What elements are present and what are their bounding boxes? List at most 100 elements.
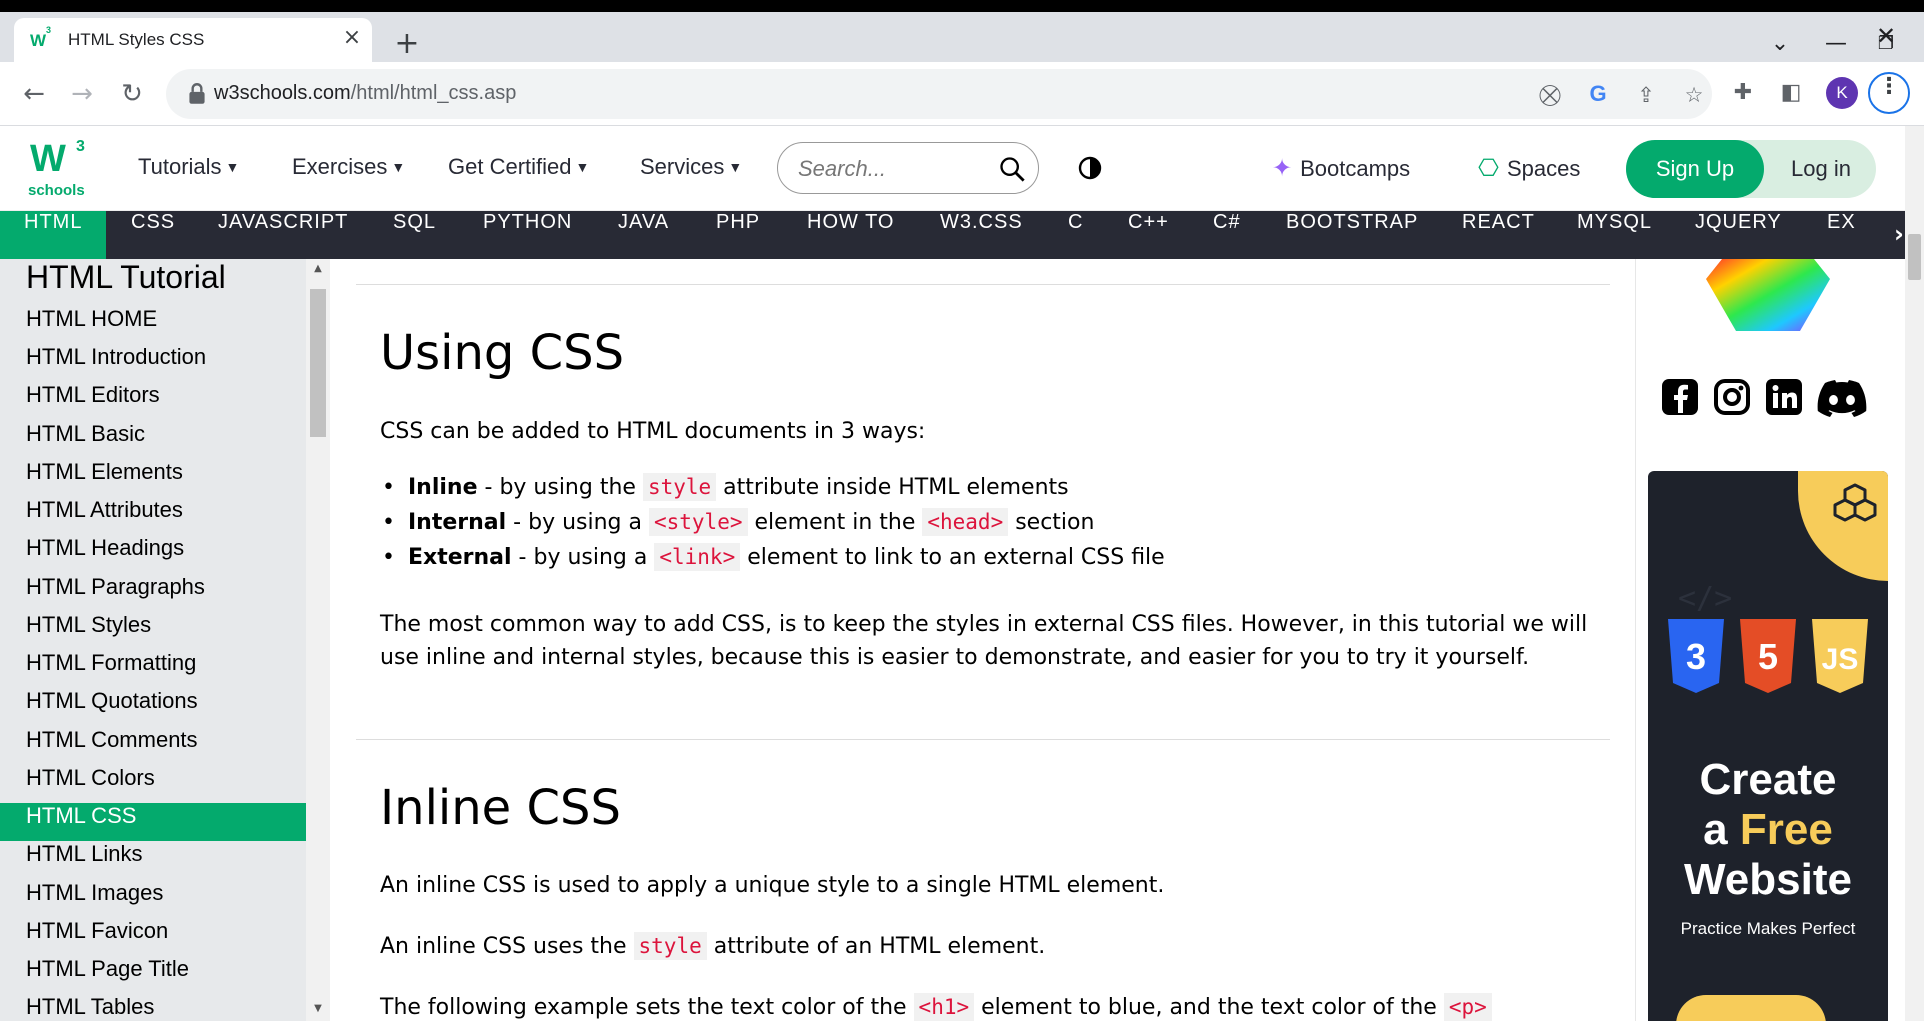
chrome-menu-icon[interactable]: ⋮ xyxy=(1868,72,1910,114)
bootcamps-link[interactable]: ✦ Bootcamps xyxy=(1272,154,1410,183)
sidebar-item[interactable]: HTML Paragraphs xyxy=(0,574,306,612)
menu-services[interactable]: Services ▼ xyxy=(640,154,742,180)
forward-arrow-icon[interactable]: → xyxy=(64,76,100,112)
list-item-internal: Internal - by using a <style> element in… xyxy=(382,508,1094,536)
lang-python[interactable]: PYTHON xyxy=(459,211,596,259)
scroll-down-arrow-icon[interactable]: ▼ xyxy=(306,1003,330,1019)
bookmark-star-icon[interactable]: ☆ xyxy=(1680,81,1708,109)
sidebar-item[interactable]: HTML Favicon xyxy=(0,918,306,956)
log-in-button[interactable]: Log in xyxy=(1776,140,1866,198)
instagram-icon[interactable] xyxy=(1712,377,1752,417)
sidebar-scroll-thumb[interactable] xyxy=(310,289,326,437)
language-nav: HTML CSS JAVASCRIPT SQL PYTHON JAVA PHP … xyxy=(0,211,1924,259)
sidebar-item[interactable]: HTML Links xyxy=(0,841,306,879)
caret-down-icon: ▼ xyxy=(391,159,406,175)
sidebar-item-active[interactable]: HTML CSS xyxy=(0,803,306,841)
extensions-puzzle-icon[interactable]: ✚ xyxy=(1726,76,1760,110)
lang-bootstrap[interactable]: BOOTSTRAP xyxy=(1262,211,1442,259)
sidebar-item[interactable]: HTML Introduction xyxy=(0,344,306,382)
page-scroll-thumb[interactable] xyxy=(1908,234,1921,280)
discord-icon[interactable] xyxy=(1816,377,1868,417)
lang-c[interactable]: C xyxy=(1044,211,1107,259)
text: element to blue, and the text color of t… xyxy=(974,995,1444,1020)
lang-cpp[interactable]: C++ xyxy=(1104,211,1193,259)
lang-react[interactable]: REACT xyxy=(1438,211,1559,259)
lang-how-to[interactable]: HOW TO xyxy=(783,211,918,259)
color-picker-hexagon-icon[interactable] xyxy=(1706,259,1830,331)
share-icon[interactable]: ⇪ xyxy=(1632,81,1660,109)
menu-tutorials[interactable]: Tutorials ▼ xyxy=(138,154,239,180)
sidebar-item[interactable]: HTML Editors xyxy=(0,382,306,420)
sidebar-item[interactable]: HTML HOME xyxy=(0,306,306,344)
bullet-bold: External xyxy=(408,545,512,570)
lock-icon[interactable] xyxy=(184,81,210,107)
scroll-up-arrow-icon[interactable]: ▲ xyxy=(306,263,330,279)
back-arrow-icon[interactable]: ← xyxy=(16,76,52,112)
sidebar-item[interactable]: HTML Images xyxy=(0,880,306,918)
lang-w3css[interactable]: W3.CSS xyxy=(916,211,1047,259)
heading-using-css: Using CSS xyxy=(380,325,625,381)
logo-sub: schools xyxy=(28,182,85,199)
search-input[interactable] xyxy=(798,155,988,183)
ad-headline-3: Website xyxy=(1684,855,1852,904)
lang-php[interactable]: PHP xyxy=(692,211,784,259)
lang-css[interactable]: CSS xyxy=(107,211,199,259)
sidebar-item[interactable]: HTML Elements xyxy=(0,459,306,497)
linkedin-icon[interactable] xyxy=(1764,377,1804,417)
omnibox[interactable]: w3schools.com/html/html_css.asp ⛒ G ⇪ ☆ xyxy=(166,69,1712,119)
menu-services-label: Services xyxy=(640,154,725,179)
minimize-button[interactable]: — xyxy=(1816,26,1856,62)
facebook-icon[interactable] xyxy=(1660,377,1700,417)
sidebar-item[interactable]: HTML Basic xyxy=(0,421,306,459)
menu-exercises[interactable]: Exercises ▼ xyxy=(292,154,405,180)
advertisement-banner[interactable]: </> 3 5 JS Create a Free Website Practic… xyxy=(1648,471,1888,1021)
search-icon[interactable] xyxy=(998,155,1026,183)
sidebar-item[interactable]: HTML Quotations xyxy=(0,688,306,726)
sign-up-button[interactable]: Sign Up xyxy=(1626,140,1764,198)
sidebar-item[interactable]: HTML Colors xyxy=(0,765,306,803)
lang-ex[interactable]: EX xyxy=(1803,211,1880,259)
tab-search-chevron-icon[interactable]: ⌄ xyxy=(1760,26,1800,62)
reload-icon[interactable]: ↻ xyxy=(114,76,150,112)
lang-html[interactable]: HTML xyxy=(0,211,107,259)
sidebar-item[interactable]: HTML Styles xyxy=(0,612,306,650)
profile-avatar[interactable]: K xyxy=(1826,77,1858,109)
caret-down-icon: ▼ xyxy=(728,159,743,175)
address-toolbar: ← → ↻ w3schools.com/html/html_css.asp ⛒ … xyxy=(0,62,1924,126)
side-panel-icon[interactable]: ◧ xyxy=(1774,76,1808,110)
lang-mysql[interactable]: MYSQL xyxy=(1553,211,1676,259)
sidebar-title: HTML Tutorial xyxy=(26,259,226,295)
dark-mode-toggle-icon[interactable] xyxy=(1078,156,1102,180)
cookie-blocked-icon[interactable]: ⛒ xyxy=(1536,81,1564,109)
sidebar-item[interactable]: HTML Comments xyxy=(0,727,306,765)
google-translate-icon[interactable]: G xyxy=(1584,81,1612,109)
paragraph-common: The most common way to add CSS, is to ke… xyxy=(380,612,1588,670)
sidebar-item[interactable]: HTML Headings xyxy=(0,535,306,573)
sidebar-item[interactable]: HTML Page Title xyxy=(0,956,306,994)
url-text[interactable]: w3schools.com/html/html_css.asp xyxy=(214,82,516,105)
lang-csharp[interactable]: C# xyxy=(1189,211,1265,259)
close-window-button[interactable]: ✕ xyxy=(1866,18,1906,54)
text: An inline CSS uses the xyxy=(380,934,634,959)
main-content: Using CSS CSS can be added to HTML docum… xyxy=(330,259,1630,1021)
ad-headline-2: a Free xyxy=(1648,805,1888,855)
cubes-icon xyxy=(1833,483,1877,522)
active-tab[interactable]: W3 HTML Styles CSS × xyxy=(14,18,372,62)
sidebar-scrollbar[interactable]: ▲ ▼ xyxy=(306,259,330,1021)
w3schools-logo[interactable]: W 3 schools xyxy=(26,138,90,202)
sidebar-item[interactable]: HTML Tables xyxy=(0,994,306,1021)
sidebar-item[interactable]: HTML Formatting xyxy=(0,650,306,688)
page-scrollbar[interactable] xyxy=(1905,126,1924,1021)
spaces-link[interactable]: ⎔ Spaces xyxy=(1478,154,1580,183)
list-item-external: External - by using a <link> element to … xyxy=(382,543,1165,571)
ad-cta-button[interactable] xyxy=(1676,995,1826,1021)
new-tab-button[interactable]: + xyxy=(392,29,422,60)
lang-javascript[interactable]: JAVASCRIPT xyxy=(194,211,372,259)
lang-java[interactable]: JAVA xyxy=(594,211,693,259)
sidebar-item[interactable]: HTML Attributes xyxy=(0,497,306,535)
lang-sql[interactable]: SQL xyxy=(369,211,460,259)
auth-group: Sign Up Log in xyxy=(1626,140,1876,198)
lang-jquery[interactable]: JQUERY xyxy=(1671,211,1806,259)
close-tab-icon[interactable]: × xyxy=(340,26,364,50)
menu-get-certified[interactable]: Get Certified ▼ xyxy=(448,154,589,180)
